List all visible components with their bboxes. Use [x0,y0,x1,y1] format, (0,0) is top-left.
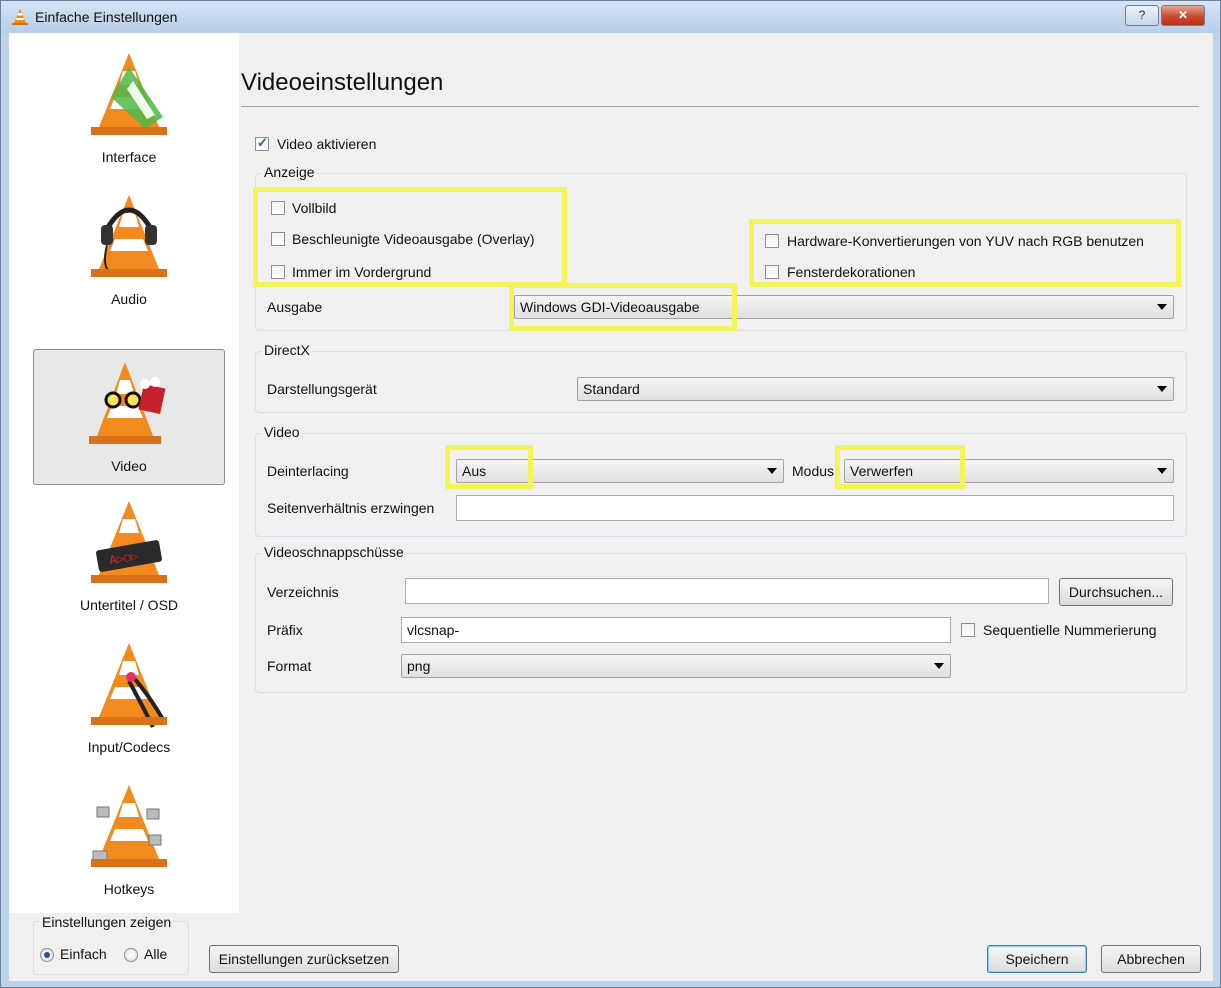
deinterlacing-label: Deinterlacing [267,463,349,479]
radio-all-label: Alle [144,946,168,962]
aspect-ratio-label: Seitenverhältnis erzwingen [267,500,435,516]
always-on-top-label: Immer im Vordergrund [292,264,432,280]
radio-all[interactable] [124,948,138,962]
directx-group-title: DirectX [262,342,312,358]
sidebar-item-video[interactable]: Video [33,349,225,485]
hotkeys-keyboard-cone-icon [91,785,167,867]
display-group-title: Anzeige [262,164,317,180]
deinterlacing-value: Aus [462,463,487,479]
sidebar-item-label: Interface [101,149,157,165]
always-on-top-checkbox[interactable] [271,265,285,279]
radio-simple-label: Einfach [60,946,107,962]
interface-cone-icon [91,53,167,135]
window-decorations-label: Fensterdekorationen [787,264,916,280]
prefix-label: Präfix [267,622,303,638]
sidebar-item-subtitles[interactable]: A▷○▷ Untertitel / OSD [33,489,225,625]
directory-input[interactable] [405,578,1049,604]
video-group-title: Video [262,424,302,440]
format-label: Format [267,658,312,674]
show-settings-group: Einstellungen zeigen Einfach Alle [33,914,189,975]
category-sidebar: Interface Audio Video A▷○▷ Untertitel / … [9,33,239,913]
window-title: Einfache Einstellungen [35,9,178,25]
reset-settings-button[interactable]: Einstellungen zurücksetzen [209,945,399,973]
input-codecs-cable-cone-icon [91,643,167,728]
format-value: png [407,658,431,674]
radio-simple[interactable] [40,948,54,962]
enable-video-label: Video aktivieren [277,136,377,152]
aspect-ratio-input[interactable] [456,495,1174,521]
subtitles-cone-icon: A▷○▷ [91,501,167,583]
vlc-cone-icon [12,9,28,25]
mode-select[interactable]: Verwerfen [844,459,1174,483]
sidebar-item-label: Untertitel / OSD [79,597,179,613]
directory-label: Verzeichnis [267,584,339,600]
video-glasses-cone-icon [89,362,166,444]
fullscreen-checkbox[interactable] [271,201,285,215]
sequential-numbering-checkbox[interactable] [961,623,975,637]
chevron-down-icon [934,663,944,669]
video-group: Video [255,424,1187,537]
sidebar-item-input-codecs[interactable]: Input/Codecs [33,631,225,767]
chevron-down-icon [1157,386,1167,392]
save-button[interactable]: Speichern [987,945,1087,973]
prefix-input[interactable]: vlcsnap- [401,617,951,643]
dialog-body: Interface Audio Video A▷○▷ Untertitel / … [9,33,1213,981]
browse-button[interactable]: Durchsuchen... [1059,578,1173,606]
output-select-value: Windows GDI-Videoausgabe [520,299,700,315]
chevron-down-icon [767,468,777,474]
sidebar-item-hotkeys[interactable]: Hotkeys [33,773,225,909]
display-device-label: Darstellungsgerät [267,381,377,397]
heading-divider [241,106,1199,107]
page-title: Videoeinstellungen [241,69,444,96]
chevron-down-icon [1157,304,1167,310]
sidebar-item-label: Video [111,458,147,474]
sidebar-item-label: Hotkeys [103,881,155,897]
snapshots-group-title: Videoschnappschüsse [262,544,406,560]
show-settings-title: Einstellungen zeigen [40,914,174,930]
mode-label: Modus [792,463,835,479]
fullscreen-label: Vollbild [292,200,337,216]
display-device-select[interactable]: Standard [577,377,1174,401]
sidebar-item-label: Input/Codecs [87,739,171,755]
enable-video-checkbox[interactable] [255,135,269,151]
chevron-down-icon [1157,468,1167,474]
yuv-rgb-label: Hardware-Konvertierungen von YUV nach RG… [787,233,1144,249]
deinterlacing-select[interactable]: Aus [456,459,784,483]
mode-value: Verwerfen [850,463,914,479]
format-select[interactable]: png [401,654,951,678]
output-select[interactable]: Windows GDI-Videoausgabe [514,295,1174,319]
sequential-numbering-label: Sequentielle Nummerierung [983,622,1157,638]
window-decorations-checkbox[interactable] [765,265,779,279]
overlay-checkbox[interactable] [271,232,285,246]
title-bar: Einfache Einstellungen ? ✕ [1,1,1220,33]
audio-headphones-cone-icon [91,195,167,277]
help-button[interactable]: ? [1125,5,1159,26]
preferences-window: Einfache Einstellungen ? ✕ Interface Aud… [0,0,1221,988]
sidebar-item-audio[interactable]: Audio [33,183,225,319]
output-label: Ausgabe [267,299,323,315]
close-button[interactable]: ✕ [1161,5,1205,26]
display-device-value: Standard [583,381,640,397]
prefix-value: vlcsnap- [407,622,460,638]
overlay-label: Beschleunigte Videoausgabe (Overlay) [292,231,535,247]
cancel-button[interactable]: Abbrechen [1101,945,1201,973]
yuv-rgb-checkbox[interactable] [765,234,779,248]
sidebar-item-label: Audio [111,291,147,307]
sidebar-item-interface[interactable]: Interface [33,41,225,177]
